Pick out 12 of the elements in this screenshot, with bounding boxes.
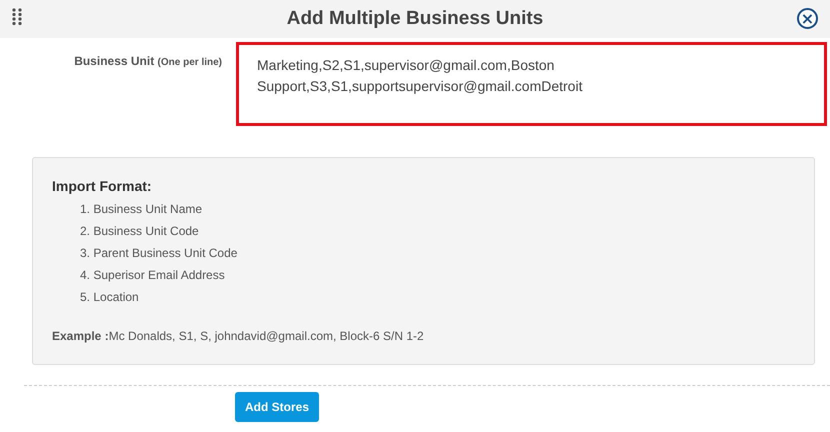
close-button[interactable]: × xyxy=(797,8,818,29)
format-item: 5. Location xyxy=(79,289,140,306)
field-label: Business Unit (One per line) xyxy=(73,53,222,70)
format-item: 1. Business Unit Name xyxy=(79,201,204,218)
dialog-title: Add Multiple Business Units xyxy=(286,8,544,30)
panel-title: Import Format: xyxy=(52,178,153,194)
format-item: 2. Business Unit Code xyxy=(79,223,200,240)
format-item: 3. Parent Business Unit Code xyxy=(79,245,238,262)
format-item: 4. Superisor Email Address xyxy=(79,267,226,284)
example-text: Example :Mc Donalds, S1, S, johndavid@gmail.com, Block-6 S/N 1-2 xyxy=(52,329,425,343)
drag-handle-icon[interactable] xyxy=(12,8,22,26)
text-area[interactable]: Marketing,S2,S1,supervisor@gmail.com,Boston Support,S3,S1,supportsupervisor@gmail.comDetroit xyxy=(236,42,827,126)
